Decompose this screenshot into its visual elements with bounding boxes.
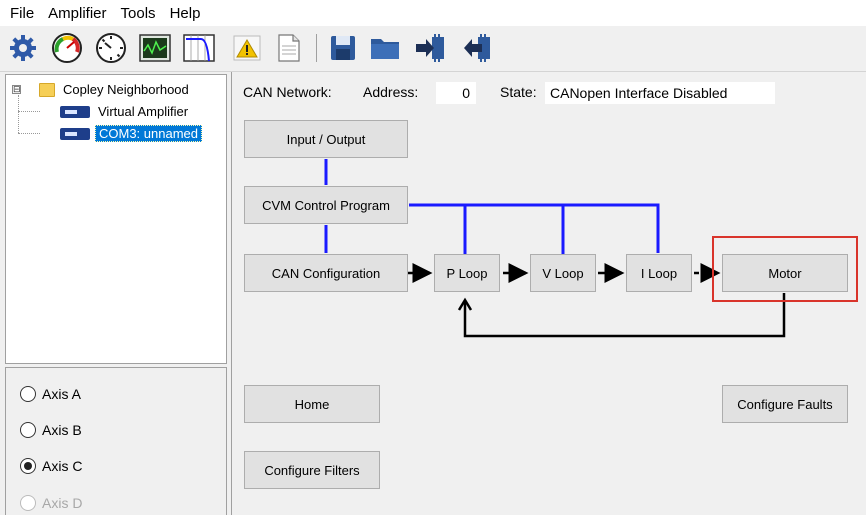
- axis-label: Axis B: [42, 422, 82, 438]
- amplifier-icon: [60, 127, 90, 140]
- axis-label: Axis D: [42, 495, 83, 511]
- folder-icon[interactable]: [368, 31, 402, 65]
- tree-node-label: COM3: unnamed: [95, 125, 202, 142]
- home-button[interactable]: Home: [244, 385, 380, 423]
- tree-node-label: Virtual Amplifier: [98, 104, 189, 119]
- tree-connector: [18, 95, 19, 133]
- tree-connector: [18, 111, 40, 112]
- axis-a-radio[interactable]: Axis A: [20, 386, 81, 402]
- radio-checked-icon: [20, 458, 36, 474]
- p-loop-button[interactable]: P Loop: [434, 254, 500, 292]
- axis-selector: Axis A Axis B Axis C Axis D: [5, 367, 227, 515]
- toolbar: [0, 26, 866, 72]
- warning-icon[interactable]: [230, 31, 264, 65]
- dial-icon[interactable]: [94, 31, 128, 65]
- tree-connector: [18, 133, 40, 134]
- control-panel: CAN Network: Address: 0 State: CANopen I…: [232, 72, 866, 515]
- gear-icon[interactable]: [6, 31, 40, 65]
- cvm-control-program-button[interactable]: CVM Control Program: [244, 186, 408, 224]
- menu-tools[interactable]: Tools: [114, 5, 163, 22]
- tree-root-label: Copley Neighborhood: [63, 82, 189, 97]
- amplifier-icon: [60, 105, 90, 118]
- menu-bar: File Amplifier Tools Help: [0, 0, 866, 26]
- radio-icon: [20, 495, 36, 511]
- i-loop-button[interactable]: I Loop: [626, 254, 692, 292]
- configure-faults-button[interactable]: Configure Faults: [722, 385, 848, 423]
- axis-b-radio[interactable]: Axis B: [20, 422, 82, 438]
- configure-filters-button[interactable]: Configure Filters: [244, 451, 380, 489]
- filter-plot-icon[interactable]: [182, 31, 216, 65]
- menu-amplifier[interactable]: Amplifier: [41, 5, 113, 22]
- scope-icon[interactable]: [138, 31, 172, 65]
- axis-d-radio: Axis D: [20, 495, 82, 511]
- menu-file[interactable]: File: [0, 5, 41, 22]
- document-icon[interactable]: [272, 31, 306, 65]
- tree-node-com3[interactable]: COM3: unnamed: [60, 125, 202, 142]
- gauge-icon[interactable]: [50, 31, 84, 65]
- menu-help[interactable]: Help: [163, 5, 208, 22]
- axis-c-radio[interactable]: Axis C: [20, 458, 82, 474]
- radio-icon: [20, 422, 36, 438]
- tree-node-virtual-amplifier[interactable]: Virtual Amplifier: [60, 104, 188, 119]
- upload-icon[interactable]: [460, 31, 494, 65]
- folder-icon: [39, 82, 55, 97]
- axis-label: Axis C: [42, 458, 83, 474]
- collapse-icon[interactable]: ⊟: [12, 85, 21, 94]
- radio-icon: [20, 386, 36, 402]
- toolbar-separator: [316, 34, 317, 62]
- amplifier-tree[interactable]: ⊟ Copley Neighborhood Virtual Amplifier …: [5, 74, 227, 364]
- download-icon[interactable]: [414, 31, 448, 65]
- motor-highlight-box: [712, 236, 858, 302]
- can-configuration-button[interactable]: CAN Configuration: [244, 254, 408, 292]
- v-loop-button[interactable]: V Loop: [530, 254, 596, 292]
- save-icon[interactable]: [326, 31, 360, 65]
- input-output-button[interactable]: Input / Output: [244, 120, 408, 158]
- axis-label: Axis A: [42, 386, 81, 402]
- tree-node-root[interactable]: ⊟ Copley Neighborhood: [12, 82, 189, 97]
